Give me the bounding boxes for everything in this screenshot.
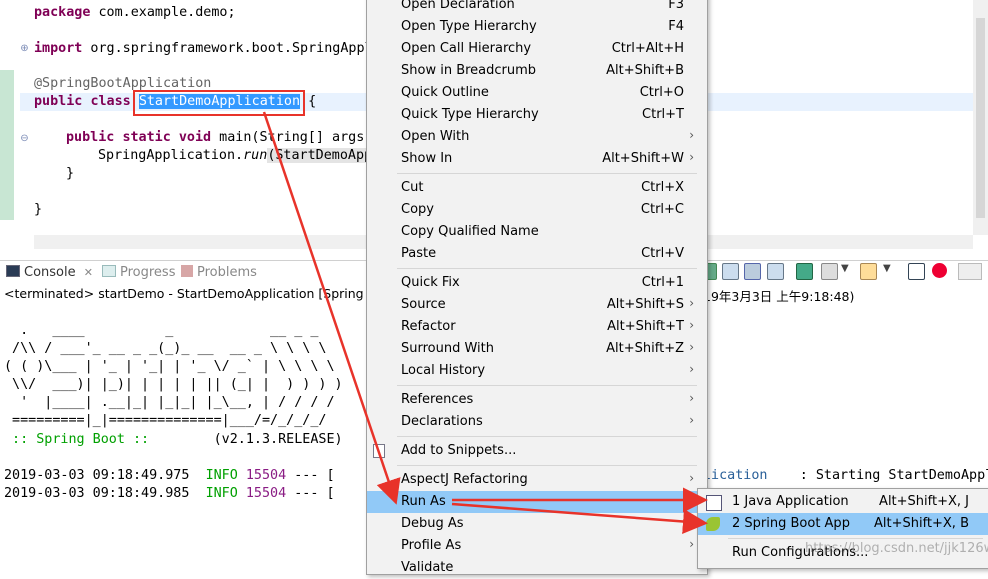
minimize-view-icon[interactable] bbox=[958, 263, 982, 280]
dropdown-arrow-icon[interactable]: ▼ bbox=[883, 263, 891, 274]
menu-item-add-to-snippets[interactable]: Add to Snippets... bbox=[367, 440, 707, 462]
editor-context-menu: Open Declaration F3 Open Type Hierarchy F4… bbox=[366, 0, 708, 575]
package-line[interactable]: package com.example.demo; bbox=[34, 4, 236, 22]
pin-icon[interactable] bbox=[796, 263, 813, 280]
menu-item-run-as[interactable]: Run As › bbox=[367, 491, 707, 513]
submenu-arrow-icon: › bbox=[689, 391, 694, 405]
menu-item-copy-qualified-name[interactable]: Copy Qualified Name bbox=[367, 221, 707, 243]
editor-gutter bbox=[0, 0, 14, 235]
menu-separator bbox=[397, 268, 697, 269]
menu-item-debug-as[interactable]: Debug As › bbox=[367, 513, 707, 535]
menu-item-declarations[interactable]: Declarations › bbox=[367, 411, 707, 433]
log-line: 2019-03-03 09:18:49.985 INFO 15504 --- [ bbox=[4, 486, 335, 501]
menu-separator bbox=[397, 173, 697, 174]
dropdown-arrow-icon[interactable]: ▼ bbox=[841, 263, 849, 274]
problems-icon bbox=[181, 265, 193, 277]
aspectj-icon[interactable] bbox=[932, 263, 947, 278]
menu-separator bbox=[728, 538, 983, 539]
menu-item-validate[interactable]: Validate bbox=[367, 557, 707, 579]
submenu-arrow-icon: › bbox=[689, 471, 694, 485]
spring-boot-version-line: :: Spring Boot :: (v2.1.3.RELEASE) bbox=[4, 432, 343, 447]
progress-icon bbox=[102, 265, 116, 277]
menu-item-open-with[interactable]: Open With › bbox=[367, 126, 707, 148]
expand-icon[interactable]: ⊕ bbox=[20, 44, 29, 54]
tab-progress[interactable]: Progress bbox=[102, 265, 175, 280]
menu-item-source[interactable]: Source Alt+Shift+S › bbox=[367, 294, 707, 316]
submenu-arrow-icon: › bbox=[689, 537, 694, 551]
menu-item-cut[interactable]: Cut Ctrl+X bbox=[367, 177, 707, 199]
submenu-arrow-icon: › bbox=[689, 493, 694, 507]
tab-problems[interactable]: Problems bbox=[181, 265, 257, 280]
tab-console[interactable]: Console ✕ bbox=[6, 265, 93, 280]
run-call-line[interactable]: SpringApplication.run(StartDemoApp bbox=[98, 147, 373, 165]
spring-banner-line-5: ' |____| .__|_| |_|_| |_\__, | / / / / bbox=[4, 395, 335, 410]
outer-close-brace[interactable]: } bbox=[34, 201, 42, 219]
spring-banner-line-2: /\\ / ___'_ __ _ _(_)_ __ __ _ \ \ \ \ bbox=[4, 341, 327, 356]
snippet-icon bbox=[373, 444, 385, 458]
menu-item-copy[interactable]: Copy Ctrl+C bbox=[367, 199, 707, 221]
menu-separator bbox=[397, 465, 697, 466]
menu-item-quick-outline[interactable]: Quick Outline Ctrl+O bbox=[367, 82, 707, 104]
menu-separator bbox=[397, 436, 697, 437]
menu-item-surround-with[interactable]: Surround With Alt+Shift+Z › bbox=[367, 338, 707, 360]
menu-item-open-call-hierarchy[interactable]: Open Call Hierarchy Ctrl+Alt+H bbox=[367, 38, 707, 60]
log-line: 2019-03-03 09:18:49.975 INFO 15504 --- [ bbox=[4, 468, 335, 483]
run-as-submenu: 1 Java Application Alt+Shift+X, J 2 Sprin… bbox=[697, 488, 988, 569]
spring-banner-line-6: =========|_|==============|___/=/_/_/_/ bbox=[4, 413, 327, 428]
menu-item-references[interactable]: References › bbox=[367, 389, 707, 411]
menu-item-show-in[interactable]: Show In Alt+Shift+W › bbox=[367, 148, 707, 170]
spring-banner-line-1: . ____ _ __ _ _ bbox=[4, 323, 319, 338]
main-method-line[interactable]: public static void main(String[] args) bbox=[66, 129, 372, 147]
menu-item-profile-as[interactable]: Profile As › bbox=[367, 535, 707, 557]
menu-item-paste[interactable]: Paste Ctrl+V bbox=[367, 243, 707, 265]
editor-vertical-scrollbar[interactable] bbox=[973, 0, 988, 235]
submenu-item-java-application[interactable]: 1 Java Application Alt+Shift+X, J bbox=[698, 491, 988, 513]
menu-item-open-type-hierarchy[interactable]: Open Type Hierarchy F4 bbox=[367, 16, 707, 38]
submenu-arrow-icon: › bbox=[689, 128, 694, 142]
collapse-icon[interactable]: ⊖ bbox=[20, 134, 29, 144]
import-line[interactable]: import org.springframework.boot.SpringAp… bbox=[34, 40, 373, 58]
submenu-arrow-icon: › bbox=[689, 296, 694, 310]
open-console-icon[interactable] bbox=[860, 263, 877, 280]
menu-item-quick-type-hierarchy[interactable]: Quick Type Hierarchy Ctrl+T bbox=[367, 104, 707, 126]
inner-close-brace[interactable]: } bbox=[66, 165, 74, 183]
submenu-arrow-icon: › bbox=[689, 413, 694, 427]
menu-item-quick-fix[interactable]: Quick Fix Ctrl+1 bbox=[367, 272, 707, 294]
class-name-highlight-box bbox=[133, 90, 305, 116]
menu-item-show-in-breadcrumb[interactable]: Show in Breadcrumb Alt+Shift+B bbox=[367, 60, 707, 82]
submenu-arrow-icon: › bbox=[689, 340, 694, 354]
java-app-icon bbox=[706, 495, 722, 511]
console-launch-time: 19年3月3日 上午9:18:48) bbox=[703, 289, 855, 304]
menu-separator bbox=[397, 385, 697, 386]
word-wrap-icon[interactable] bbox=[744, 263, 761, 280]
submenu-arrow-icon: › bbox=[689, 515, 694, 529]
show-console-icon[interactable] bbox=[767, 263, 784, 280]
console-icon bbox=[6, 265, 20, 277]
console-launch-header: <terminated> startDemo - StartDemoApplic… bbox=[4, 286, 397, 301]
spring-banner-line-4: \\/ ___)| |_)| | | | | || (_| | ) ) ) ) bbox=[4, 377, 343, 392]
close-icon[interactable]: ✕ bbox=[84, 266, 93, 279]
submenu-arrow-icon: › bbox=[689, 318, 694, 332]
watermark: https://blog.csdn.net/jjk126wy bbox=[805, 541, 988, 556]
submenu-item-spring-boot-app[interactable]: 2 Spring Boot App Alt+Shift+X, B bbox=[698, 513, 988, 535]
menu-item-local-history[interactable]: Local History › bbox=[367, 360, 707, 382]
menu-item-aspectj-refactoring[interactable]: AspectJ Refactoring › bbox=[367, 469, 707, 491]
submenu-arrow-icon: › bbox=[689, 362, 694, 376]
console-view-icon[interactable] bbox=[908, 263, 925, 280]
menu-item-refactor[interactable]: Refactor Alt+Shift+T › bbox=[367, 316, 707, 338]
scroll-lock-icon[interactable] bbox=[722, 263, 739, 280]
submenu-arrow-icon: › bbox=[689, 150, 694, 164]
spring-boot-icon bbox=[706, 517, 720, 531]
menu-item-open-declaration[interactable]: Open Declaration F3 bbox=[367, 0, 707, 16]
display-selected-console-icon[interactable] bbox=[821, 263, 838, 280]
log-line-tail: lication : Starting StartDemoAppl bbox=[703, 468, 988, 483]
spring-banner-line-3: ( ( )\___ | '_ | '_| | '_ \/ _` | \ \ \ … bbox=[4, 359, 335, 374]
